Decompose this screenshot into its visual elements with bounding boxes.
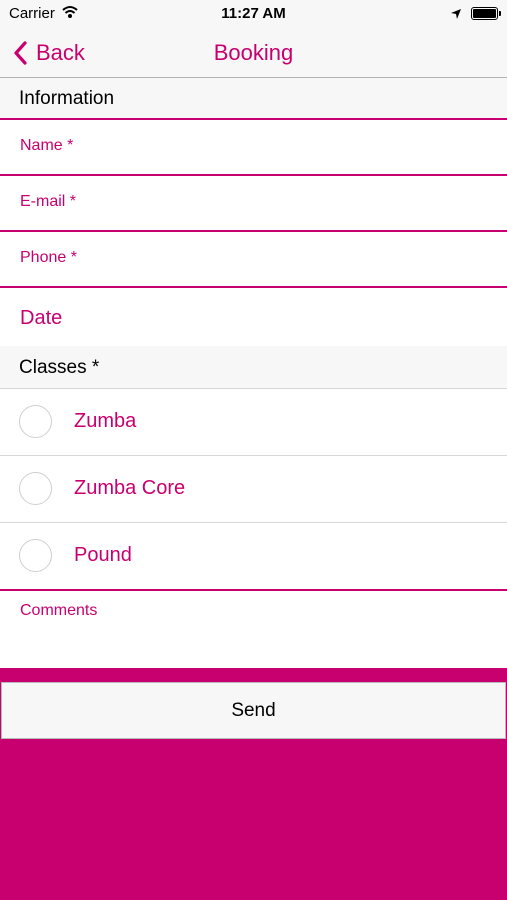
class-option-label: Zumba [74,410,137,432]
comments-label: Comments [20,602,98,619]
class-option-label: Zumba Core [74,477,186,499]
navigation-bar: Back Booking [0,28,507,78]
comments-field[interactable]: Comments [0,591,507,668]
radio-button[interactable] [19,539,52,572]
status-bar: Carrier 11:27 AM [0,0,507,28]
phone-field[interactable]: Phone * [0,232,507,286]
page-title: Booking [213,40,294,65]
section-header-information: Information [0,78,507,118]
battery-icon [471,7,501,20]
class-option-zumba[interactable]: Zumba [0,389,507,455]
phone-label: Phone * [20,249,77,266]
class-option-pound[interactable]: Pound [0,523,507,589]
class-option-label: Pound [74,544,132,566]
email-label: E-mail * [20,193,77,210]
radio-button[interactable] [19,405,52,438]
class-option-zumba-core[interactable]: Zumba Core [0,456,507,522]
section-header-classes: Classes * [0,346,507,388]
location-arrow-icon [450,7,462,25]
radio-button[interactable] [19,472,52,505]
date-field[interactable]: Date [0,288,507,346]
date-label: Date [20,307,63,329]
send-button[interactable]: Send [1,682,506,739]
name-label: Name * [20,137,74,154]
status-time: 11:27 AM [221,5,286,22]
email-field[interactable]: E-mail * [0,176,507,230]
name-field[interactable]: Name * [0,120,507,174]
